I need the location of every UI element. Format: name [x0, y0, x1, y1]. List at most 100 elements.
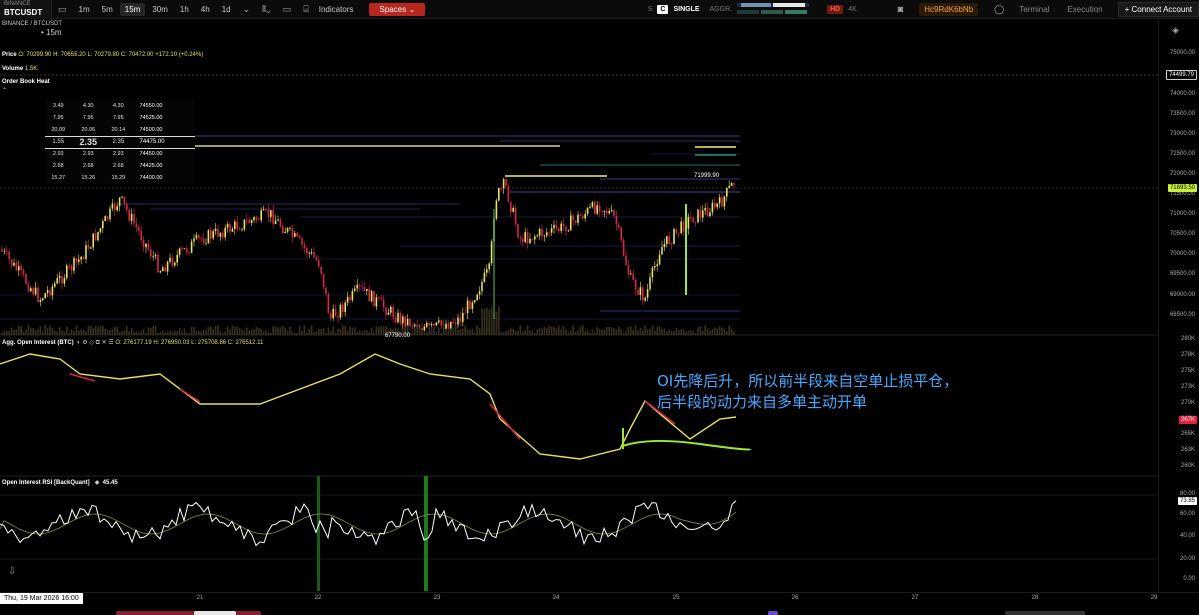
volume-bar — [702, 330, 704, 335]
volume-bar — [586, 330, 589, 335]
price-axis-label: 70000.00 — [1169, 251, 1195, 257]
volume-bar — [250, 329, 253, 335]
chevron-down-icon[interactable]: ⌄ — [237, 4, 257, 15]
chart-type-icon[interactable]: ⫴⌄ — [256, 4, 277, 15]
volume-bar — [601, 329, 603, 335]
volume-bar — [692, 331, 694, 335]
annotation-text: OI先降后升，所以前半段来自空单止损平仓， 后半段的动力来自多单主动开单 — [657, 371, 958, 413]
price-candle — [582, 216, 584, 219]
price-candle — [166, 261, 169, 272]
user-icon[interactable]: ◯ — [988, 4, 1010, 15]
spaces-button[interactable]: Spaces ⌄ — [369, 2, 426, 16]
price-candle — [282, 226, 284, 234]
mini-slider-widget[interactable] — [737, 2, 810, 16]
time-axis[interactable]: Thu, 19 Mar 2026 16:00 21 22 23 24 25 26 27 28 2… — [0, 592, 1199, 615]
timeframe-15m[interactable]: 15m — [119, 2, 146, 16]
execution-tab[interactable]: Execution — [1058, 5, 1111, 14]
bottom-panel-icon[interactable] — [768, 611, 778, 615]
symbol-selector[interactable]: BINANCE BTCUSDT — [0, 0, 52, 19]
order-book-price: 74425.00 — [131, 160, 195, 172]
price-candle — [337, 316, 339, 318]
volume-bar — [591, 329, 594, 335]
price-candle — [718, 197, 721, 204]
rsi-highlight-bar — [317, 476, 320, 591]
volume-bar — [111, 328, 114, 335]
volume-bar — [584, 331, 586, 335]
volume-bar — [718, 326, 721, 335]
timeframe-1d[interactable]: 1d — [217, 3, 236, 16]
top-toolbar: BINANCE BTCUSDT ▭ 1m 5m 15m 30m 1h 4h 1d… — [0, 0, 1199, 19]
spaces-label: Spaces — [379, 4, 407, 14]
indicators-button[interactable]: Indicators — [315, 5, 358, 14]
scroll-icon[interactable]: ⇩ — [8, 566, 16, 577]
timeframe-5m[interactable]: 5m — [97, 3, 118, 16]
volume-bar — [726, 331, 728, 335]
volume-bar — [435, 331, 438, 335]
price-candle — [469, 300, 471, 310]
volume-bar — [634, 325, 637, 335]
order-book-size: 20.06 — [71, 124, 106, 136]
legend-action-icons[interactable]: ◐ ⚙ ◇ ⧉ ✕ ☰ — [75, 340, 114, 346]
volume-bar — [286, 330, 289, 335]
price-candle — [229, 223, 231, 232]
price-candle — [63, 278, 66, 284]
indicators-icon[interactable]: ⌸ — [297, 4, 314, 15]
price-candle — [394, 317, 397, 323]
price-candle — [529, 238, 531, 244]
order-book-row: 20.09 20.06 20.14 74500.00 — [45, 124, 195, 136]
volume-bar — [630, 326, 632, 335]
price-candle — [562, 223, 565, 227]
volume-bar — [116, 327, 118, 335]
timeframe-4h[interactable]: 4h — [196, 3, 215, 16]
timeframe-1h[interactable]: 1h — [175, 3, 194, 16]
s-toggle[interactable]: S — [643, 6, 658, 13]
volume-bar — [534, 332, 536, 335]
price-candle — [306, 247, 308, 254]
timeframe-1m[interactable]: 1m — [74, 3, 95, 16]
terminal-tab[interactable]: Terminal — [1010, 5, 1058, 14]
symbol-menu-icon[interactable]: ▭ — [52, 4, 73, 15]
volume-bar — [454, 325, 457, 335]
single-toggle[interactable]: SINGLE — [668, 6, 704, 13]
timeframe-30m[interactable]: 30m — [147, 3, 173, 16]
price-candle — [358, 284, 361, 286]
price-candle — [320, 266, 322, 274]
camera-icon[interactable]: ◙ — [892, 4, 909, 14]
4k-toggle[interactable]: 4K — [843, 6, 862, 13]
price-candle — [294, 233, 296, 237]
bottom-panel-tab-active[interactable] — [194, 611, 236, 615]
price-candle — [246, 219, 248, 221]
aggr-toggle[interactable]: AGGR. — [705, 6, 738, 13]
volume-bar — [106, 329, 109, 335]
price-candle — [18, 266, 20, 271]
volume-bar — [565, 329, 567, 335]
volume-bar — [663, 328, 666, 335]
price-candle — [615, 215, 618, 225]
rsi-title: Open Interest RSI [BackQuant] — [2, 480, 90, 486]
price-candle — [447, 323, 450, 329]
volume-bar — [440, 332, 442, 335]
account-button[interactable]: Hc9RdK6bNb — [919, 2, 979, 16]
volume-bar — [697, 327, 699, 335]
price-candle — [61, 276, 63, 284]
bottom-panel-tab[interactable] — [116, 611, 261, 615]
layers-icon[interactable]: ◈ — [1172, 25, 1179, 36]
oi-axis-label: 260K — [1180, 463, 1195, 469]
price-axis[interactable]: ◈ 75000.0074500.0074000.0073500.0073000.… — [1158, 19, 1199, 592]
bottom-panel-tab-right[interactable] — [1005, 611, 1085, 615]
connect-account-button[interactable]: + Connect Account — [1117, 1, 1199, 17]
price-candle — [426, 323, 428, 327]
price-candle — [656, 264, 658, 267]
rsi-settings-icon[interactable]: ◆ — [91, 480, 101, 486]
chart-area[interactable]: 71999.90 67790.00 BINANCE / BTCUSDT • 15m… — [0, 19, 1158, 592]
c-toggle[interactable]: C — [657, 4, 669, 14]
volume-bar — [618, 326, 620, 335]
chevron-up-icon[interactable]: ⌃ — [2, 87, 7, 94]
price-candle — [399, 312, 402, 324]
hd-toggle[interactable]: HD — [827, 4, 844, 14]
order-book-size: 7.95 — [105, 112, 132, 124]
price-candle — [498, 188, 500, 201]
bar-style-icon[interactable]: ▭ — [277, 4, 298, 15]
volume-bar — [296, 332, 298, 335]
price-candle — [56, 278, 58, 284]
